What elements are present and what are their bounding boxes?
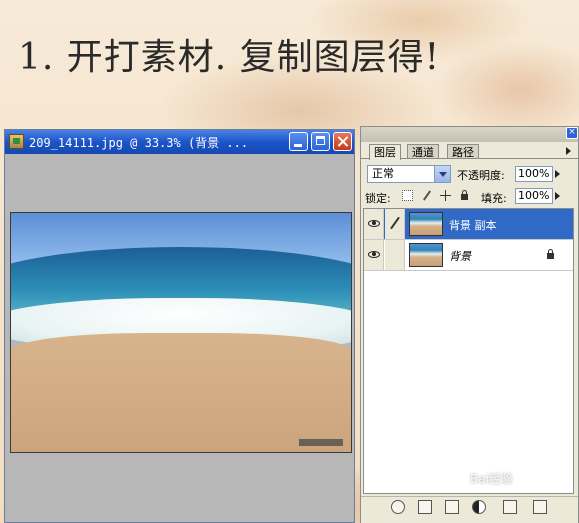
eye-visibility-icon[interactable] <box>364 209 384 239</box>
layer-style-icon[interactable] <box>391 500 405 514</box>
fill-arrow-icon[interactable] <box>555 192 560 200</box>
fill-label: 填充: <box>481 192 507 205</box>
panel-close-icon[interactable]: × <box>566 127 578 139</box>
photoshop-document-icon <box>9 134 24 149</box>
link-slot[interactable] <box>385 240 405 270</box>
maximize-button[interactable] <box>311 132 330 151</box>
layer-thumbnail <box>409 212 443 236</box>
new-layer-icon[interactable] <box>503 500 517 514</box>
layers-list: 背景 副本 背景 <box>363 208 574 494</box>
adjustment-layer-icon[interactable] <box>472 500 486 514</box>
layer-thumbnail <box>409 243 443 267</box>
document-window[interactable]: 209_14111.jpg @ 33.3% (背景 ... <box>4 129 355 523</box>
trash-delete-icon[interactable] <box>533 500 547 514</box>
tab-paths[interactable]: 路径 <box>447 144 479 159</box>
layer-mask-icon[interactable] <box>418 500 432 514</box>
document-title: 209_14111.jpg @ 33.3% (背景 ... <box>29 136 249 150</box>
lock-transparency-icon[interactable] <box>402 190 413 201</box>
layer-name: 背景 副本 <box>449 219 497 232</box>
document-titlebar[interactable]: 209_14111.jpg @ 33.3% (背景 ... <box>5 130 354 154</box>
brush-icon[interactable] <box>385 209 405 239</box>
lock-paint-brush-icon[interactable] <box>421 190 432 201</box>
opacity-field[interactable]: 100% <box>515 166 553 182</box>
lock-label: 锁定: <box>365 192 391 205</box>
layers-panel: × 图层 通道 路径 正常 不透明度: 100% 锁定: 填充: 100% 背景… <box>360 126 579 523</box>
layers-bottom-toolbar <box>361 496 578 523</box>
layer-row-background-copy[interactable]: 背景 副本 <box>364 209 573 240</box>
new-group-folder-icon[interactable] <box>445 500 459 514</box>
layer-lock-icon <box>545 249 556 260</box>
fill-field[interactable]: 100% <box>515 188 553 204</box>
lock-all-icon[interactable] <box>459 190 470 201</box>
opacity-label: 不透明度: <box>457 169 505 182</box>
opacity-arrow-icon[interactable] <box>555 170 560 178</box>
baidu-watermark: Bai经验 <box>470 472 513 486</box>
close-button[interactable] <box>333 132 352 151</box>
chevron-down-icon[interactable] <box>434 166 450 182</box>
photo-sand <box>11 333 351 452</box>
panel-menu-arrow-icon[interactable] <box>566 147 571 155</box>
tab-channels[interactable]: 通道 <box>407 144 439 159</box>
layer-name: 背景 <box>449 250 471 263</box>
photo-watermark-stamp <box>299 439 343 446</box>
panel-grip[interactable]: × <box>361 127 578 142</box>
lock-position-move-icon[interactable] <box>440 190 451 201</box>
blend-mode-value: 正常 <box>372 167 394 180</box>
eye-visibility-icon[interactable] <box>364 240 384 270</box>
layer-row-background[interactable]: 背景 <box>364 240 573 271</box>
minimize-button[interactable] <box>289 132 308 151</box>
tab-layers[interactable]: 图层 <box>369 144 401 160</box>
slide-heading: 1. 开打素材. 复制图层得! <box>18 37 441 78</box>
beach-photo-canvas[interactable] <box>10 212 352 453</box>
blend-mode-select[interactable]: 正常 <box>367 165 451 183</box>
